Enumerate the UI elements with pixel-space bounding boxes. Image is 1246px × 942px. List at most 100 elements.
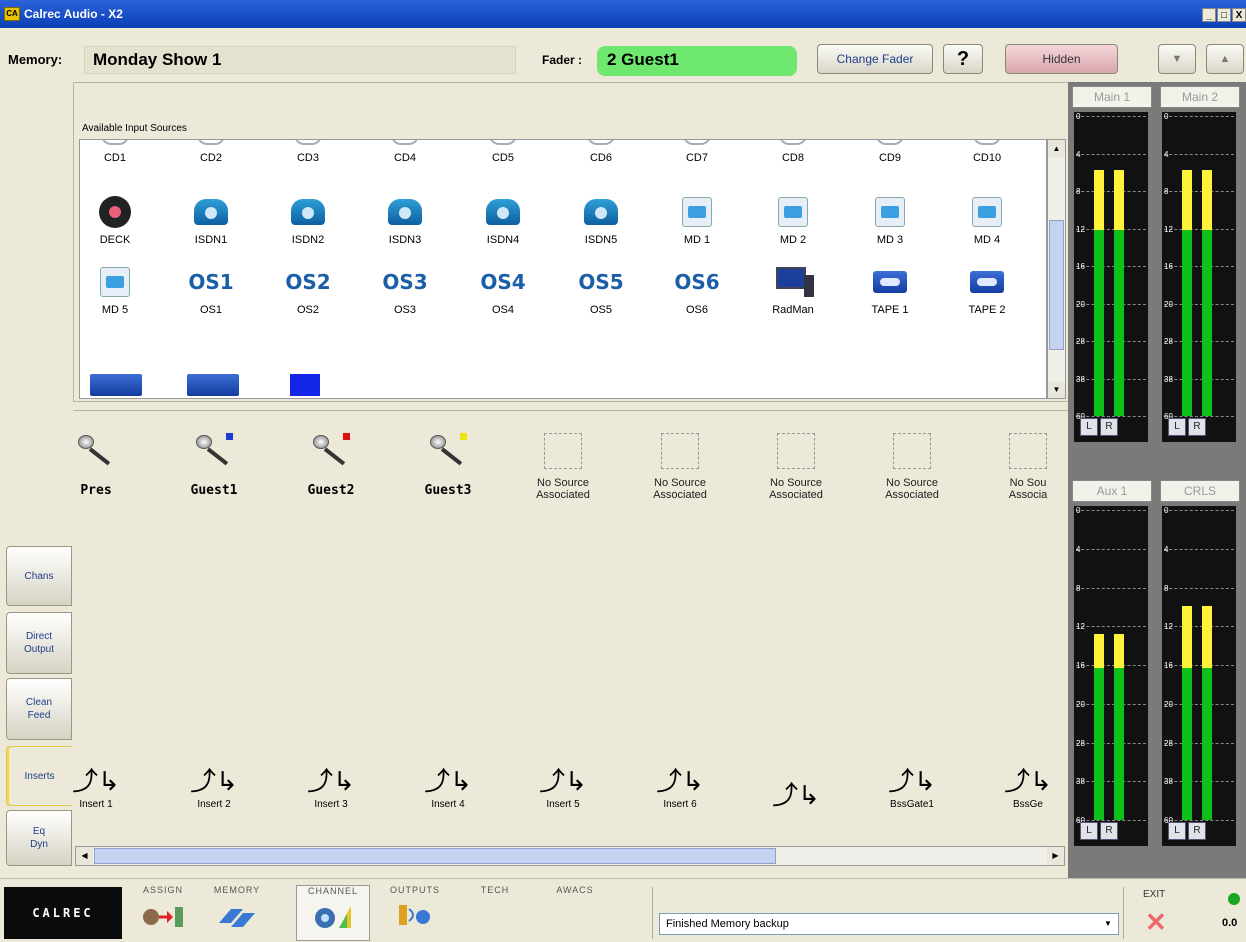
scroll-down-button[interactable]: ▼ [1158, 44, 1196, 74]
partial-source-icon[interactable] [187, 374, 239, 396]
meter-right-button[interactable]: R [1188, 822, 1206, 840]
channel-strip[interactable]: Guest2 [276, 433, 386, 498]
meter-title[interactable]: Aux 1 [1072, 480, 1152, 502]
source-item-deck[interactable]: DECK [80, 196, 150, 246]
scroll-down-arrow-icon[interactable]: ▼ [1048, 381, 1065, 398]
source-item-cd2[interactable]: CD2 [176, 140, 246, 164]
source-item-cd4[interactable]: CD4 [370, 140, 440, 164]
source-item-os2[interactable]: OS2 OS2 [273, 266, 343, 316]
channel-strip[interactable]: Guest3 [393, 433, 503, 498]
nav-tech-button[interactable]: TECH [458, 885, 532, 941]
insert-slot[interactable]: ⤴↳ BssGe [973, 767, 1083, 810]
insert-slot[interactable]: ⤴↳ Insert 6 [625, 767, 735, 810]
side-tab-clean[interactable]: Clean Feed [6, 678, 72, 740]
side-tab-chans[interactable]: Chans [6, 546, 72, 606]
source-item-tape1[interactable]: TAPE 1 [855, 266, 925, 316]
meter-left-button[interactable]: L [1168, 418, 1186, 436]
partial-source-icon[interactable] [90, 374, 142, 396]
source-item-isdn1[interactable]: ISDN1 [176, 196, 246, 246]
source-item-cd3[interactable]: CD3 [273, 140, 343, 164]
side-tab-inserts[interactable]: Inserts [6, 746, 72, 806]
source-item-cd10[interactable]: CD10 [952, 140, 1022, 164]
source-item-isdn2[interactable]: ISDN2 [273, 196, 343, 246]
insert-slot[interactable]: ⤴↳ BssGate1 [857, 767, 967, 810]
source-item-os4[interactable]: OS4 OS4 [468, 266, 538, 316]
meter-left-button[interactable]: L [1080, 418, 1098, 436]
window-title: Calrec Audio - X2 [24, 7, 123, 21]
meter-display: 0 4 8 12 16 20 28 38 60 L R [1074, 506, 1148, 846]
maximize-button[interactable]: □ [1217, 8, 1231, 22]
meter-right-button[interactable]: R [1188, 418, 1206, 436]
channel-horizontal-scrollbar[interactable]: ◀ ▶ [75, 846, 1065, 866]
status-field[interactable]: Finished Memory backup ▼ [659, 913, 1119, 935]
source-item-isdn5[interactable]: ISDN5 [566, 196, 636, 246]
meter-left-button[interactable]: L [1168, 822, 1186, 840]
nav-outputs-button[interactable]: OUTPUTS [378, 885, 452, 941]
channel-strip[interactable]: Guest1 [159, 433, 269, 498]
nav-label: TECH [480, 885, 510, 895]
status-dropdown[interactable]: Finished Memory backup ▼ [652, 887, 1124, 939]
meter-right-button[interactable]: R [1100, 418, 1118, 436]
nav-memory-button[interactable]: MEMORY [200, 885, 274, 941]
help-button[interactable]: ? [943, 44, 983, 74]
channel-strip[interactable]: No Source Associated [857, 433, 967, 501]
channel-strip[interactable]: No Source Associated [741, 433, 851, 501]
side-tab-eq[interactable]: Eq Dyn [6, 810, 72, 866]
channel-strip[interactable]: No Sou Associa [973, 433, 1083, 501]
insert-slot[interactable]: ⤴↳ [741, 781, 851, 813]
source-item-os5[interactable]: OS5 OS5 [566, 266, 636, 316]
outputs-icon [393, 901, 437, 929]
horizontal-scrollbar-thumb[interactable] [94, 848, 776, 864]
source-item-cd5[interactable]: CD5 [468, 140, 538, 164]
scrollbar-thumb[interactable] [1049, 220, 1064, 350]
scroll-up-button[interactable]: ▲ [1206, 44, 1244, 74]
source-item-os1[interactable]: OS1 OS1 [176, 266, 246, 316]
channel-strip[interactable]: Pres [41, 433, 151, 498]
scroll-right-arrow-icon[interactable]: ▶ [1047, 847, 1064, 865]
minimize-button[interactable]: _ [1202, 8, 1216, 22]
source-item-md4[interactable]: MD 4 [952, 196, 1022, 246]
nav-awacs-button[interactable]: AWACS [538, 885, 612, 941]
source-item-os6[interactable]: OS6 OS6 [662, 266, 732, 316]
source-item-radman[interactable]: RadMan [758, 266, 828, 316]
side-tab-direct[interactable]: Direct Output [6, 612, 72, 674]
meter-scale-label: 12 [1164, 622, 1173, 632]
close-button[interactable]: X [1232, 8, 1246, 22]
source-item-md1[interactable]: MD 1 [662, 196, 732, 246]
nav-channel-button[interactable]: CHANNEL [296, 885, 370, 941]
scroll-left-arrow-icon[interactable]: ◀ [76, 847, 93, 865]
channel-strip[interactable]: No Source Associated [625, 433, 735, 501]
source-item-isdn3[interactable]: ISDN3 [370, 196, 440, 246]
source-item-md5[interactable]: MD 5 [80, 266, 150, 316]
meter-title[interactable]: Main 1 [1072, 86, 1152, 108]
source-item-cd1[interactable]: CD1 [80, 140, 150, 164]
partial-source-icon[interactable] [290, 374, 320, 396]
source-item-cd7[interactable]: CD7 [662, 140, 732, 164]
source-item-md3[interactable]: MD 3 [855, 196, 925, 246]
hidden-button[interactable]: Hidden [1005, 44, 1118, 74]
insert-slot[interactable]: ⤴↳ Insert 4 [393, 767, 503, 810]
memory-label: Memory: [8, 52, 63, 67]
source-item-cd6[interactable]: CD6 [566, 140, 636, 164]
source-item-md2[interactable]: MD 2 [758, 196, 828, 246]
scroll-up-arrow-icon[interactable]: ▲ [1048, 140, 1065, 157]
meter-title[interactable]: Main 2 [1160, 86, 1240, 108]
meter-title[interactable]: CRLS [1160, 480, 1240, 502]
insert-slot[interactable]: ⤴↳ Insert 5 [508, 767, 618, 810]
meter-right-button[interactable]: R [1100, 822, 1118, 840]
nav-assign-button[interactable]: ASSIGN [126, 885, 200, 941]
exit-icon[interactable]: ✕ [1145, 907, 1167, 938]
source-item-cd8[interactable]: CD8 [758, 140, 828, 164]
source-item-tape2[interactable]: TAPE 2 [952, 266, 1022, 316]
source-item-cd9[interactable]: CD9 [855, 140, 925, 164]
insert-slot[interactable]: ⤴↳ Insert 3 [276, 767, 386, 810]
source-item-os3[interactable]: OS3 OS3 [370, 266, 440, 316]
source-vertical-scrollbar[interactable]: ▲ ▼ [1047, 139, 1066, 399]
change-fader-button[interactable]: Change Fader [817, 44, 933, 74]
meter-left-button[interactable]: L [1080, 822, 1098, 840]
insert-slot[interactable]: ⤴↳ Insert 2 [159, 767, 269, 810]
dropdown-arrow-icon[interactable]: ▼ [1100, 915, 1116, 933]
insert-routing-icon: ⤴↳ [539, 767, 587, 797]
channel-strip[interactable]: No Source Associated [508, 433, 618, 501]
source-item-isdn4[interactable]: ISDN4 [468, 196, 538, 246]
